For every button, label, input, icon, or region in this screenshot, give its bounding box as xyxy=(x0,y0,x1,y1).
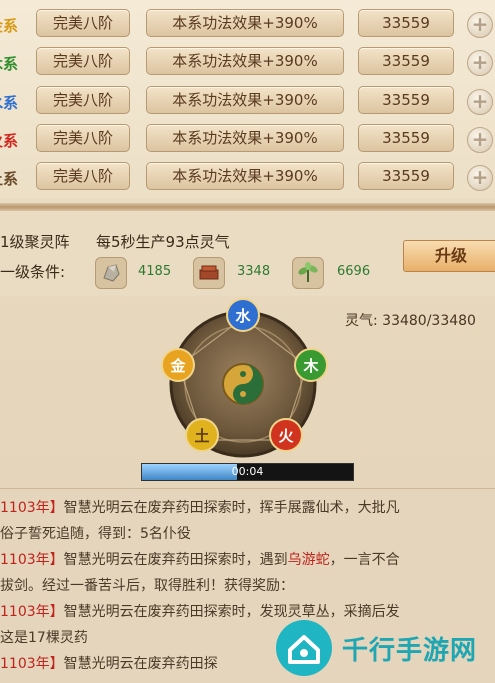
log-year: 1103年】 xyxy=(0,500,64,516)
stage-pill: 完美八阶 xyxy=(36,124,130,152)
wood-resource-value: 3348 xyxy=(237,264,271,279)
attribute-row-metal: 金系 完美八阶 本系功法效果+390% 33559 + xyxy=(0,5,495,43)
element-label: 火系 xyxy=(0,132,19,150)
progress-time: 00:04 xyxy=(231,465,264,478)
attribute-row-water: 水系 完美八阶 本系功法效果+390% 33559 + xyxy=(0,82,495,120)
wood-resource-icon xyxy=(193,257,225,289)
upgrade-button[interactable]: 升级 xyxy=(403,240,495,272)
element-label: 水系 xyxy=(0,94,19,112)
effect-pill: 本系功法效果+390% xyxy=(146,9,344,37)
log-line: 1103年】智慧光明云在废弃药田探 xyxy=(0,653,218,673)
fire-orb-label: 火 xyxy=(278,427,294,445)
formation-level: 1级聚灵阵 xyxy=(0,233,70,251)
stage-pill: 完美八阶 xyxy=(36,47,130,75)
metal-orb[interactable]: 金 xyxy=(161,348,195,382)
log-line: 拔剑。经过一番苦斗后，取得胜利！获得奖励： xyxy=(0,575,294,595)
log-text: ，一言不合 xyxy=(329,552,400,568)
log-line: 俗子誓死追随，得到：5名仆役 xyxy=(0,523,191,543)
water-orb-label: 水 xyxy=(235,307,251,325)
add-icon[interactable]: + xyxy=(467,165,493,191)
log-text: 这是17棵灵药 xyxy=(0,630,88,646)
add-icon[interactable]: + xyxy=(467,50,493,76)
value-pill: 33559 xyxy=(358,162,454,190)
value-pill: 33559 xyxy=(358,9,454,37)
water-orb[interactable]: 水 xyxy=(226,298,260,332)
log-line: 1103年】智慧光明云在废弃药田探索时，遇到乌游蛇，一言不合 xyxy=(0,549,400,569)
value-pill: 33559 xyxy=(358,124,454,152)
earth-orb[interactable]: 土 xyxy=(185,418,219,452)
fire-orb[interactable]: 火 xyxy=(269,418,303,452)
yin-yang-icon xyxy=(222,363,264,405)
element-label: 土系 xyxy=(0,170,19,188)
log-year: 1103年】 xyxy=(0,656,64,672)
stone-resource-icon xyxy=(95,257,127,289)
metal-orb-label: 金 xyxy=(169,357,186,375)
wood-orb[interactable]: 木 xyxy=(294,348,328,382)
log-text: 俗子誓死追随，得到：5名仆役 xyxy=(0,526,191,542)
log-text: 智慧光明云在废弃药田探索时，挥手展露仙术，大批凡 xyxy=(63,500,400,516)
section-divider xyxy=(0,203,495,211)
stage-pill: 完美八阶 xyxy=(36,9,130,37)
spirit-formation-panel: 金系 完美八阶 本系功法效果+390% 33559 + 木系 完美八阶 本系功法… xyxy=(0,0,495,683)
element-attribute-list: 金系 完美八阶 本系功法效果+390% 33559 + 木系 完美八阶 本系功法… xyxy=(0,0,495,198)
stone-resource-value: 4185 xyxy=(138,264,172,279)
wood-orb-label: 木 xyxy=(302,357,319,375)
log-text: 智慧光明云在废弃药田探 xyxy=(63,656,218,672)
log-enemy-name: 乌游蛇 xyxy=(287,552,330,568)
earth-orb-label: 土 xyxy=(194,427,209,445)
upgrade-condition-label: 一级条件: xyxy=(0,263,66,281)
effect-pill: 本系功法效果+390% xyxy=(146,124,344,152)
effect-pill: 本系功法效果+390% xyxy=(146,162,344,190)
element-label: 木系 xyxy=(0,55,19,73)
herb-resource-value: 6696 xyxy=(337,264,371,279)
log-line: 这是17棵灵药 xyxy=(0,627,88,647)
value-pill: 33559 xyxy=(358,47,454,75)
element-label: 金系 xyxy=(0,17,19,35)
stage-pill: 完美八阶 xyxy=(36,162,130,190)
log-year: 1103年】 xyxy=(0,604,64,620)
log-text: 智慧光明云在废弃药田探索时，遇到 xyxy=(63,552,288,568)
add-icon[interactable]: + xyxy=(467,89,493,115)
formation-production: 每5秒生产93点灵气 xyxy=(96,233,230,251)
attribute-row-wood: 木系 完美八阶 本系功法效果+390% 33559 + xyxy=(0,43,495,81)
add-icon[interactable]: + xyxy=(467,12,493,38)
progress-bar[interactable]: 00:04 xyxy=(141,463,354,481)
effect-pill: 本系功法效果+390% xyxy=(146,86,344,114)
watermark-text: 千行手游网 xyxy=(342,636,478,666)
herb-resource-icon xyxy=(292,257,324,289)
log-line: 1103年】智慧光明云在废弃药田探索时，挥手展露仙术，大批凡 xyxy=(0,497,400,517)
stage-pill: 完美八阶 xyxy=(36,86,130,114)
effect-pill: 本系功法效果+390% xyxy=(146,47,344,75)
log-year: 1103年】 xyxy=(0,552,64,568)
watermark-logo-icon xyxy=(276,620,332,676)
add-icon[interactable]: + xyxy=(467,127,493,153)
site-watermark: 千行手游网 xyxy=(270,612,495,683)
log-text: 拔剑。经过一番苦斗后，取得胜利！获得奖励： xyxy=(0,578,294,594)
attribute-row-fire: 火系 完美八阶 本系功法效果+390% 33559 + xyxy=(0,120,495,158)
attribute-row-earth: 土系 完美八阶 本系功法效果+390% 33559 + xyxy=(0,158,495,196)
five-element-wheel: 水 木 火 土 金 xyxy=(161,298,328,458)
value-pill: 33559 xyxy=(358,86,454,114)
